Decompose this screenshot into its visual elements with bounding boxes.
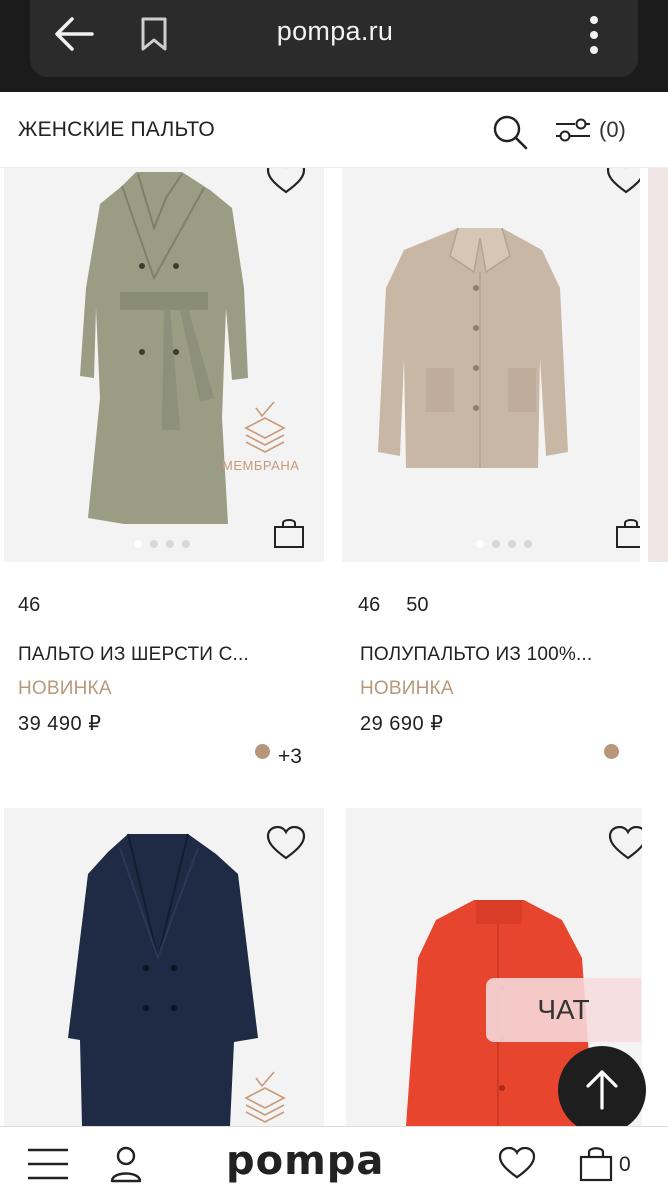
image-pagination (134, 540, 190, 548)
arrow-up-icon (586, 1070, 618, 1110)
filter-sliders-icon (556, 118, 590, 142)
back-arrow-icon[interactable] (52, 14, 96, 54)
pagination-dot (492, 540, 500, 548)
bottom-navigation: pompa 0 (0, 1126, 668, 1200)
new-badge: НОВИНКА (360, 678, 454, 699)
bookmark-icon[interactable] (138, 16, 170, 52)
product-sizes: 46 (18, 594, 40, 617)
heart-icon[interactable] (266, 826, 306, 862)
coat-image (80, 172, 248, 524)
user-icon[interactable] (110, 1145, 142, 1183)
product-price: 39 490 ₽ (18, 713, 102, 735)
product-image[interactable] (342, 168, 640, 562)
size-option[interactable]: 46 (18, 594, 40, 617)
membrane-icon (244, 1071, 286, 1123)
product-image[interactable] (4, 808, 324, 1126)
pagination-dot (524, 540, 532, 548)
product-image[interactable]: МЕМБРАНА (4, 168, 324, 562)
heart-icon[interactable] (266, 168, 306, 196)
pagination-dot (508, 540, 516, 548)
cart-count: 0 (619, 1153, 631, 1176)
filter-button[interactable]: (0) (553, 112, 643, 148)
browser-toolbar: pompa.ru (0, 0, 668, 92)
heart-icon[interactable] (606, 168, 640, 196)
cart-bag-icon[interactable] (578, 1145, 614, 1183)
brand-logo[interactable]: pompa (226, 1141, 384, 1181)
chat-button[interactable]: ЧАТ (486, 978, 641, 1042)
pagination-dot (150, 540, 158, 548)
color-swatch[interactable] (255, 744, 270, 759)
product-card[interactable]: МЕМБРАНА 46 ПАЛЬТО ИЗ ШЕРСТИ С... НОВИНК… (4, 168, 324, 788)
pagination-dot (182, 540, 190, 548)
more-vertical-icon[interactable] (582, 14, 606, 56)
membrane-icon (244, 401, 286, 453)
size-option[interactable]: 50 (406, 594, 428, 617)
product-price: 29 690 ₽ (360, 713, 444, 735)
url-text[interactable]: pompa.ru (220, 16, 450, 47)
pagination-dot (476, 540, 484, 548)
scroll-to-top-button[interactable] (558, 1046, 646, 1134)
heart-icon[interactable] (608, 826, 642, 862)
favorites-heart-icon[interactable] (498, 1147, 536, 1181)
membrane-label: МЕМБРАНА (222, 458, 300, 473)
jacket-image (378, 227, 568, 468)
menu-icon[interactable] (28, 1147, 68, 1181)
color-swatch[interactable] (604, 744, 619, 759)
new-badge: НОВИНКА (18, 678, 112, 699)
product-card[interactable] (4, 808, 324, 1126)
shopping-bag-icon[interactable] (272, 516, 306, 550)
product-name[interactable]: ПОЛУПАЛЬТО ИЗ 100%... (360, 644, 630, 666)
pagination-dot (134, 540, 142, 548)
shopping-bag-icon[interactable] (614, 516, 640, 550)
search-icon[interactable] (490, 112, 530, 152)
size-option[interactable]: 46 (358, 594, 380, 617)
product-sizes: 46 50 (358, 594, 429, 617)
more-colors-count[interactable]: +3 (278, 745, 302, 769)
product-name[interactable]: ПАЛЬТО ИЗ ШЕРСТИ С... (18, 644, 318, 666)
next-card-edge (648, 168, 668, 562)
image-pagination (476, 540, 532, 548)
filter-count: (0) (599, 117, 626, 142)
page-title: ЖЕНСКИЕ ПАЛЬТО (18, 118, 215, 141)
product-card[interactable]: 46 50 ПОЛУПАЛЬТО ИЗ 100%... НОВИНКА 29 6… (342, 168, 642, 788)
pagination-dot (166, 540, 174, 548)
page-header: ЖЕНСКИЕ ПАЛЬТО (0) (0, 92, 668, 168)
